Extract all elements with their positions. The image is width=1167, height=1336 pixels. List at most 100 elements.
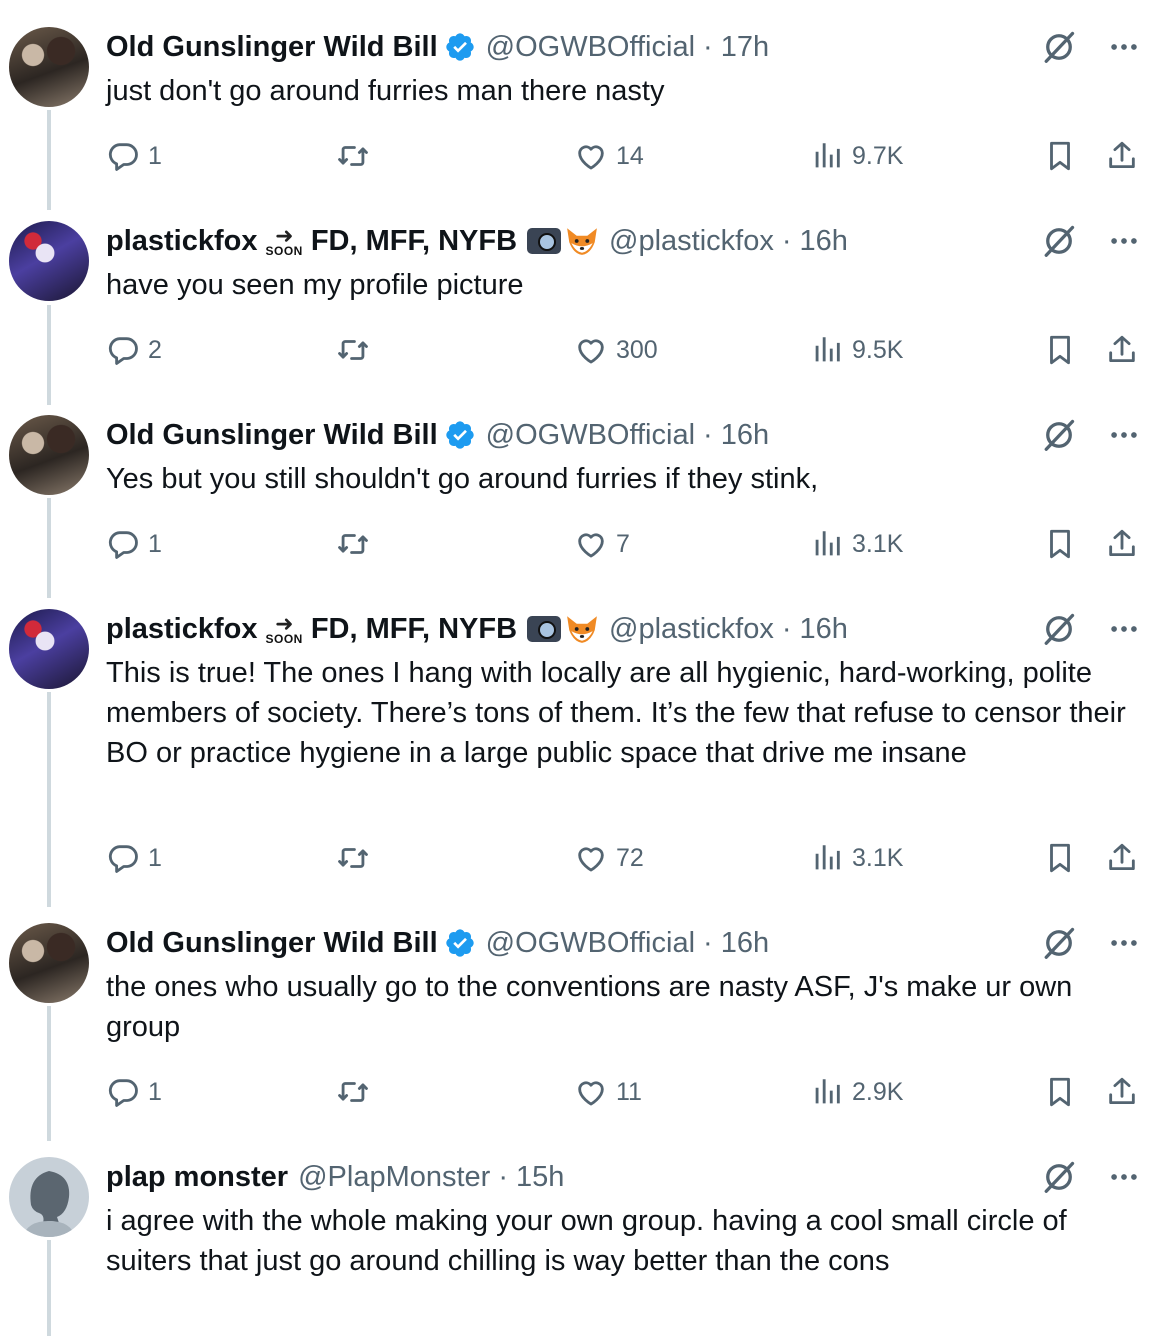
avatar[interactable]	[9, 923, 89, 1003]
timestamp[interactable]: 16h	[721, 419, 769, 452]
handle[interactable]: @OGWBOfficial	[486, 419, 695, 452]
grok-icon[interactable]	[1041, 1159, 1077, 1195]
share-button[interactable]	[1105, 524, 1139, 564]
avatar[interactable]	[9, 27, 89, 107]
handle[interactable]: @OGWBOfficial	[486, 927, 695, 960]
bookmark-icon	[1043, 1075, 1077, 1109]
bookmark-button[interactable]	[1043, 838, 1077, 878]
tweet-text: the ones who usually go to the conventio…	[106, 971, 1081, 1043]
bookmark-button[interactable]	[1043, 330, 1077, 370]
verified-badge-icon	[444, 31, 476, 63]
timestamp[interactable]: 16h	[800, 613, 848, 646]
bookmark-button[interactable]	[1043, 524, 1077, 564]
display-name[interactable]: Old Gunslinger Wild Bill	[106, 419, 438, 452]
view-count: 3.1K	[852, 843, 904, 872]
more-icon[interactable]	[1107, 30, 1141, 64]
more-icon[interactable]	[1107, 1160, 1141, 1194]
avatar[interactable]	[9, 415, 89, 495]
share-button[interactable]	[1105, 330, 1139, 370]
reply-button[interactable]: 1	[106, 524, 162, 564]
more-icon[interactable]	[1107, 418, 1141, 452]
view-count: 2.9K	[852, 1077, 904, 1106]
tweet-text: i agree with the whole making your own g…	[106, 1205, 1075, 1277]
share-button[interactable]	[1105, 838, 1139, 878]
retweet-icon	[336, 1075, 370, 1109]
thread-line	[47, 692, 51, 907]
reply-icon	[106, 527, 140, 561]
like-button[interactable]: 7	[574, 524, 630, 564]
share-button[interactable]	[1105, 1072, 1139, 1112]
like-button[interactable]: 14	[574, 136, 644, 176]
grok-icon[interactable]	[1041, 925, 1077, 961]
tweet-header: plastickfox ➜ SOON FD, MFF, NYFB @plastic…	[106, 221, 848, 261]
more-icon[interactable]	[1107, 612, 1141, 646]
more-icon[interactable]	[1107, 224, 1141, 258]
reply-count: 1	[148, 1077, 162, 1106]
grok-icon[interactable]	[1041, 29, 1077, 65]
grok-icon[interactable]	[1041, 223, 1077, 259]
tweet-actions: 2 300 9.5K	[106, 330, 1146, 370]
display-name[interactable]: Old Gunslinger Wild Bill	[106, 927, 438, 960]
tweet-text: have you seen my profile picture	[106, 269, 524, 301]
handle[interactable]: @plastickfox	[609, 613, 774, 646]
retweet-icon	[336, 527, 370, 561]
retweet-button[interactable]	[336, 524, 370, 564]
retweet-button[interactable]	[336, 330, 370, 370]
timestamp[interactable]: 16h	[800, 225, 848, 258]
avatar[interactable]	[9, 609, 89, 689]
handle[interactable]: @OGWBOfficial	[486, 31, 695, 64]
views-icon	[810, 139, 844, 173]
views-button[interactable]: 9.5K	[810, 330, 903, 370]
like-count: 300	[616, 335, 658, 364]
views-button[interactable]: 3.1K	[810, 524, 903, 564]
reply-icon	[106, 841, 140, 875]
views-button[interactable]: 2.9K	[810, 1072, 903, 1112]
grok-icon[interactable]	[1041, 417, 1077, 453]
retweet-button[interactable]	[336, 838, 370, 878]
share-icon	[1105, 1075, 1139, 1109]
bookmark-button[interactable]	[1043, 136, 1077, 176]
tweet-actions: 1 7 3.1K	[106, 524, 1146, 564]
avatar[interactable]	[9, 221, 89, 301]
grok-icon[interactable]	[1041, 611, 1077, 647]
display-name[interactable]: plastickfox	[106, 613, 258, 646]
views-button[interactable]: 9.7K	[810, 136, 903, 176]
retweet-button[interactable]	[336, 136, 370, 176]
views-icon	[810, 1075, 844, 1109]
share-icon	[1105, 527, 1139, 561]
display-name[interactable]: Old Gunslinger Wild Bill	[106, 31, 438, 64]
like-button[interactable]: 11	[574, 1072, 642, 1112]
handle[interactable]: @plastickfox	[609, 225, 774, 258]
thread-line	[47, 305, 51, 405]
like-button[interactable]: 72	[574, 838, 644, 878]
share-icon	[1105, 841, 1139, 875]
views-button[interactable]: 3.1K	[810, 838, 903, 878]
avatar[interactable]	[9, 1157, 89, 1237]
more-icon[interactable]	[1107, 926, 1141, 960]
views-icon	[810, 333, 844, 367]
reply-button[interactable]: 1	[106, 1072, 162, 1112]
thread-line	[47, 1240, 51, 1336]
view-count: 3.1K	[852, 529, 904, 558]
like-count: 14	[616, 141, 644, 170]
handle[interactable]: @PlapMonster	[298, 1161, 490, 1194]
display-name[interactable]: plap monster	[106, 1161, 288, 1194]
view-count: 9.7K	[852, 141, 904, 170]
reply-button[interactable]: 2	[106, 330, 162, 370]
reply-button[interactable]: 1	[106, 838, 162, 878]
share-button[interactable]	[1105, 136, 1139, 176]
tweet-header: Old Gunslinger Wild Bill @OGWBOfficial ·…	[106, 415, 769, 455]
timestamp[interactable]: 15h	[516, 1161, 564, 1194]
like-button[interactable]: 300	[574, 330, 658, 370]
tweet-actions: 1 11 2.9K	[106, 1072, 1146, 1112]
soon-arrow-emoji: ➜ SOON	[265, 611, 303, 646]
retweet-button[interactable]	[336, 1072, 370, 1112]
timestamp[interactable]: 16h	[721, 927, 769, 960]
timestamp[interactable]: 17h	[721, 31, 769, 64]
views-icon	[810, 841, 844, 875]
fox-emoji	[565, 614, 599, 644]
reply-button[interactable]: 1	[106, 136, 162, 176]
display-name[interactable]: plastickfox	[106, 225, 258, 258]
bookmark-button[interactable]	[1043, 1072, 1077, 1112]
separator: ·	[498, 1160, 509, 1193]
